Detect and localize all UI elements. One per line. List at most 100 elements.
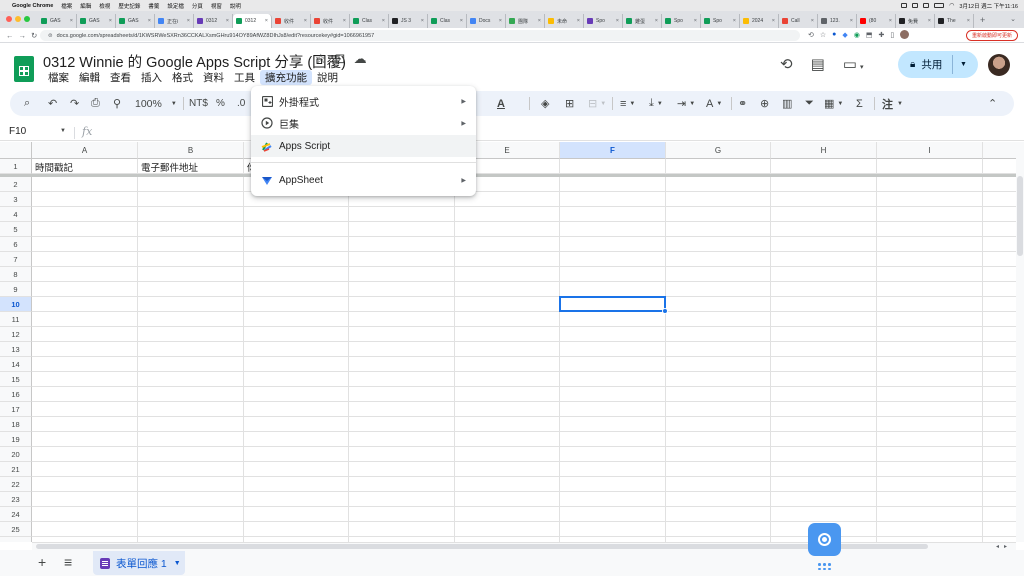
extension-icon[interactable]: ● (832, 31, 836, 38)
percent-format-button[interactable]: % (216, 91, 225, 116)
filter-views-icon[interactable]: ▦ ▼ (824, 91, 843, 116)
fill-color-icon[interactable]: ◈ (541, 91, 549, 116)
account-avatar[interactable] (988, 54, 1010, 76)
relaunch-button[interactable]: 重新啟動即可更新 (965, 30, 1018, 41)
close-tab-icon[interactable]: × (616, 18, 619, 24)
close-tab-icon[interactable]: × (109, 18, 112, 24)
merge-cells-icon[interactable]: ⊟ ▼ (588, 91, 606, 116)
browser-tab[interactable]: 正在i × (155, 14, 194, 28)
drag-handle-icon[interactable] (818, 563, 831, 570)
version-history-icon[interactable]: ⟲ (780, 55, 793, 73)
row-header[interactable]: 1 (0, 159, 32, 174)
status-icon[interactable] (923, 3, 930, 8)
selected-cell[interactable] (559, 296, 666, 312)
browser-tab[interactable]: 雞蛋 × (623, 14, 662, 28)
explore-button[interactable] (808, 523, 841, 556)
minimize-window-icon[interactable] (15, 16, 21, 22)
zoom-select[interactable]: 100% ▼ (135, 91, 177, 116)
row-header[interactable]: 15 (0, 372, 32, 387)
menu-file[interactable]: 檔案 (43, 70, 74, 85)
close-tab-icon[interactable]: × (70, 18, 73, 24)
close-tab-icon[interactable]: × (577, 18, 580, 24)
wifi-icon[interactable]: ◠ (949, 2, 954, 9)
row-header[interactable]: 4 (0, 207, 32, 222)
menu-item-apps-script[interactable]: Apps Script (251, 135, 476, 157)
os-menu-item[interactable]: 設定檔 (167, 2, 184, 10)
insert-chart-icon[interactable]: ▥ (782, 91, 792, 116)
menu-item-appsheet[interactable]: AppSheet ▶ (251, 169, 476, 191)
column-header[interactable]: H (771, 142, 877, 159)
vertical-scrollbar[interactable] (1016, 142, 1024, 542)
os-menu-item[interactable]: 說明 (230, 2, 241, 10)
browser-tab[interactable]: 收件 × (272, 14, 311, 28)
history-icon[interactable]: ⟲ (808, 31, 814, 39)
browser-tab[interactable]: Spo × (701, 14, 740, 28)
row-header[interactable]: 3 (0, 192, 32, 207)
all-sheets-icon[interactable]: ≡ (64, 554, 72, 570)
os-menu-item[interactable]: 分頁 (192, 2, 203, 10)
row-header[interactable]: 9 (0, 282, 32, 297)
column-header[interactable]: I (877, 142, 983, 159)
browser-tab[interactable]: The × (935, 14, 974, 28)
status-icon[interactable] (901, 3, 908, 8)
close-tab-icon[interactable]: × (382, 18, 385, 24)
scroll-left-icon[interactable]: ◂ (996, 543, 999, 550)
column-header[interactable]: A (32, 142, 138, 159)
browser-tab[interactable]: Clas × (428, 14, 467, 28)
column-header[interactable] (983, 142, 1016, 159)
back-icon[interactable]: ← (6, 31, 14, 40)
name-box[interactable]: F10 (9, 126, 26, 137)
forward-icon[interactable]: → (19, 31, 27, 40)
close-tab-icon[interactable]: × (187, 18, 190, 24)
browser-tab[interactable]: GAS × (77, 14, 116, 28)
row-header[interactable]: 24 (0, 507, 32, 522)
menu-format[interactable]: 格式 (167, 70, 198, 85)
row-header[interactable]: 8 (0, 267, 32, 282)
tab-search-icon[interactable]: ⌄ (1010, 15, 1016, 23)
os-menu-item[interactable]: 檔案 (61, 2, 72, 10)
fill-handle[interactable] (662, 308, 668, 314)
search-menus-icon[interactable]: ⌕ (24, 91, 30, 116)
row-header[interactable]: 20 (0, 447, 32, 462)
close-tab-icon[interactable]: × (421, 18, 424, 24)
extension-icon[interactable]: ◉ (854, 31, 860, 39)
share-button[interactable]: 🔒︎ 共用 ▼ (898, 51, 978, 78)
close-tab-icon[interactable]: × (772, 18, 775, 24)
menu-view[interactable]: 查看 (105, 70, 136, 85)
close-tab-icon[interactable]: × (499, 18, 502, 24)
star-icon[interactable]: ☆ (315, 51, 327, 67)
horizontal-scrollbar[interactable] (32, 542, 1016, 550)
row-header[interactable]: 5 (0, 222, 32, 237)
row-header[interactable]: 16 (0, 387, 32, 402)
meet-video-icon[interactable]: ▭ ▾ (843, 55, 864, 73)
scroll-thumb[interactable] (36, 544, 928, 549)
browser-tab[interactable]: GAS × (38, 14, 77, 28)
side-panel-icon[interactable]: ▯ (890, 31, 894, 39)
menu-help[interactable]: 說明 (312, 70, 343, 85)
add-sheet-icon[interactable]: + (38, 554, 46, 570)
browser-tab[interactable]: 0312 × (194, 14, 233, 28)
scroll-thumb[interactable] (1017, 176, 1023, 256)
decrease-decimal-button[interactable]: .0 (237, 91, 245, 116)
maximize-window-icon[interactable] (24, 16, 30, 22)
functions-icon[interactable]: Σ (856, 91, 863, 116)
chevron-down-icon[interactable]: ▼ (174, 560, 181, 567)
menu-extensions[interactable]: 擴充功能 (260, 70, 312, 85)
browser-tab[interactable]: Spo × (662, 14, 701, 28)
frozen-row-divider[interactable] (0, 174, 1016, 177)
browser-tab[interactable]: 未命 × (545, 14, 584, 28)
close-tab-icon[interactable]: × (967, 18, 970, 24)
browser-tab[interactable]: 免費 × (896, 14, 935, 28)
select-all-corner[interactable] (0, 142, 32, 159)
font-color-icon[interactable]: A (497, 91, 505, 116)
status-icon[interactable] (912, 3, 919, 8)
os-menu-item[interactable]: 編輯 (80, 2, 91, 10)
collapse-toolbar-icon[interactable]: ⌃ (988, 91, 997, 116)
close-tab-icon[interactable]: × (655, 18, 658, 24)
browser-tab[interactable]: Clas × (350, 14, 389, 28)
menu-item-macros[interactable]: 巨集 ▶ (251, 112, 476, 134)
row-header[interactable]: 25 (0, 522, 32, 537)
close-tab-icon[interactable]: × (811, 18, 814, 24)
os-menu-item[interactable]: 檢視 (99, 2, 110, 10)
profile-avatar[interactable] (900, 30, 910, 39)
